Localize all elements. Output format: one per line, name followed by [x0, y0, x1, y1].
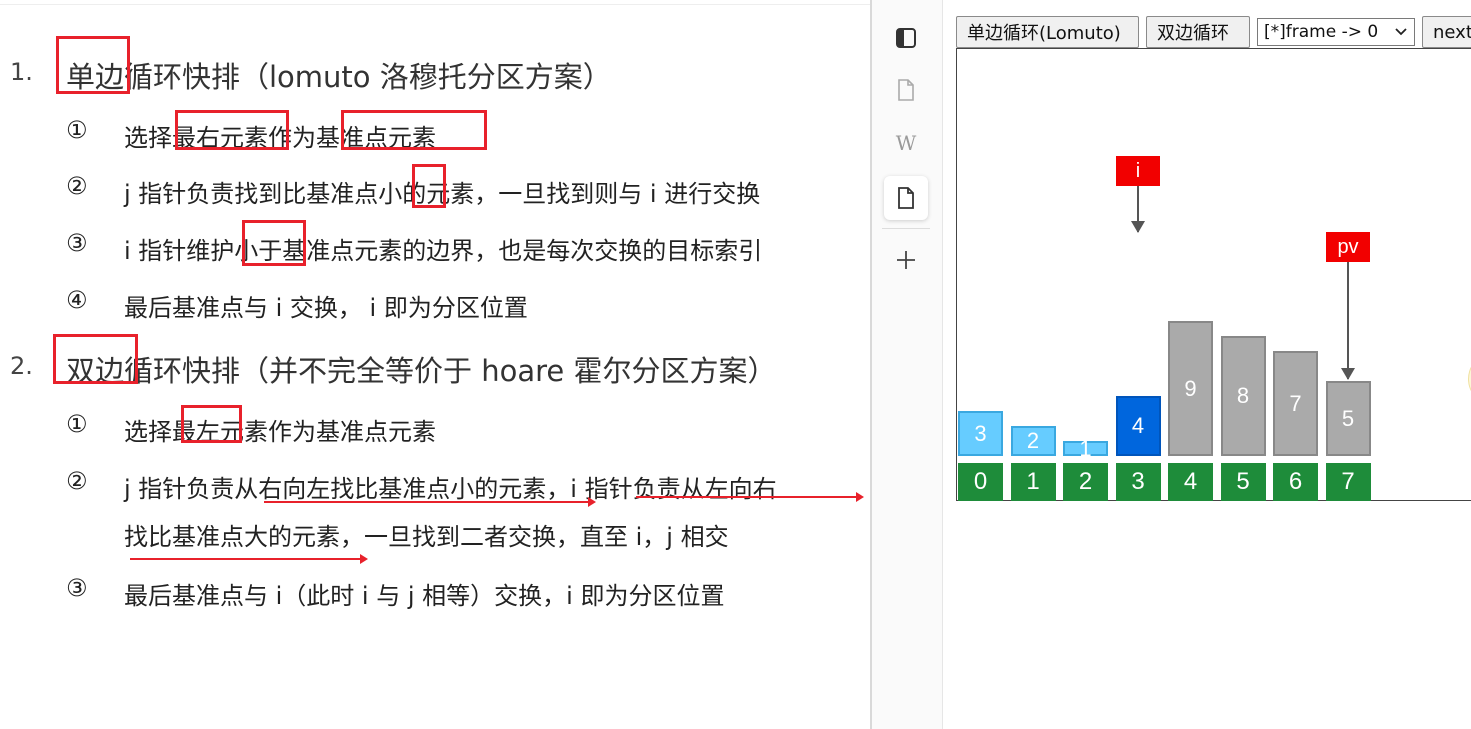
index-cell: 1 — [1010, 463, 1056, 501]
index-cell: 4 — [1168, 463, 1213, 501]
item-text: j 指针负责从右向左找比基准点小的元素，i 指针负责从左向右 — [124, 475, 777, 503]
array-bar: 9 — [1168, 321, 1213, 456]
item-marker: ④ — [66, 286, 88, 314]
index-cell: 2 — [1063, 463, 1108, 501]
pointer-pivot-label: pv — [1326, 232, 1370, 262]
underline-arrow — [130, 554, 368, 564]
underline-arrow — [264, 497, 596, 507]
array-bar: 5 — [1325, 381, 1371, 456]
section-title: 单边循环快排（lomuto 洛穆托分区方案） — [66, 60, 612, 94]
pointer-pivot-arrow — [1347, 262, 1349, 379]
highlight-box — [175, 110, 289, 150]
highlight-box — [341, 110, 487, 150]
arrow-head-icon — [1341, 368, 1355, 380]
item-marker: ① — [66, 410, 88, 438]
sidebar: W — [872, 0, 943, 729]
section-number: 2. — [10, 352, 33, 380]
section-number: 1. — [10, 58, 33, 86]
item-text: 最后基准点与 i（此时 i 与 j 相等）交换，i 即为分区位置 — [124, 582, 725, 610]
section-title: 双边循环快排（并不完全等价于 hoare 霍尔分区方案） — [66, 354, 777, 388]
array-canvas: i pv 3021124394857657 — [956, 48, 1471, 501]
arrow-head-icon — [1131, 221, 1145, 233]
item-text: 找比基准点大的元素，一旦找到二者交换，直至 i，j 相交 — [124, 523, 729, 551]
highlight-box — [53, 334, 138, 384]
wikipedia-glyph: W — [895, 131, 917, 155]
frame-select-value: [*]frame -> 0 — [1264, 22, 1379, 42]
wikipedia-icon[interactable]: W — [884, 121, 928, 165]
hoare-button[interactable]: 双边循环 — [1146, 16, 1250, 48]
sidebar-separator — [882, 228, 930, 229]
array-bar: 1 — [1063, 436, 1108, 461]
chevron-down-icon — [1394, 23, 1408, 43]
item-marker: ② — [66, 467, 88, 495]
document-pane: 1. 单边循环快排（lomuto 洛穆托分区方案） ① 选择最右元素作为基准点元… — [0, 0, 870, 729]
highlight-box — [56, 36, 130, 94]
highlight-box — [242, 220, 306, 266]
index-cell: 5 — [1220, 463, 1266, 501]
underline-arrow — [636, 492, 864, 502]
highlight-box — [181, 405, 242, 443]
array-bar: 8 — [1220, 336, 1266, 456]
next-button[interactable]: next — [1422, 16, 1471, 48]
index-cell: 0 — [958, 463, 1003, 501]
pointer-i-label: i — [1116, 156, 1160, 186]
index-cell: 7 — [1325, 463, 1371, 501]
item-marker: ③ — [66, 574, 88, 602]
visualization-panel: 单边循环(Lomuto) 双边循环 [*]frame -> 0 next i p… — [943, 0, 1471, 729]
panel-icon[interactable] — [884, 16, 928, 60]
file-active-icon[interactable] — [884, 176, 928, 220]
index-cell: 6 — [1273, 463, 1318, 501]
plus-icon[interactable] — [884, 238, 928, 282]
array-bar: 7 — [1273, 351, 1318, 456]
index-cell: 3 — [1115, 463, 1161, 501]
top-divider — [0, 4, 870, 5]
item-marker: ① — [66, 116, 88, 144]
frame-select[interactable]: [*]frame -> 0 — [1257, 18, 1415, 46]
item-marker: ② — [66, 172, 88, 200]
array-bar: 2 — [1010, 426, 1056, 456]
item-text: i 指针维护小于基准点元素的边界，也是每次交换的目标索引 — [124, 237, 763, 265]
lomuto-button[interactable]: 单边循环(Lomuto) — [956, 16, 1139, 48]
item-text: 最后基准点与 i 交换， i 即为分区位置 — [124, 294, 528, 322]
array-bar: 3 — [958, 411, 1003, 456]
item-marker: ③ — [66, 229, 88, 257]
highlight-box — [412, 164, 446, 208]
array-bar: 4 — [1115, 396, 1161, 456]
file-icon[interactable] — [884, 68, 928, 112]
item-text: 选择最左元素作为基准点元素 — [124, 418, 436, 446]
